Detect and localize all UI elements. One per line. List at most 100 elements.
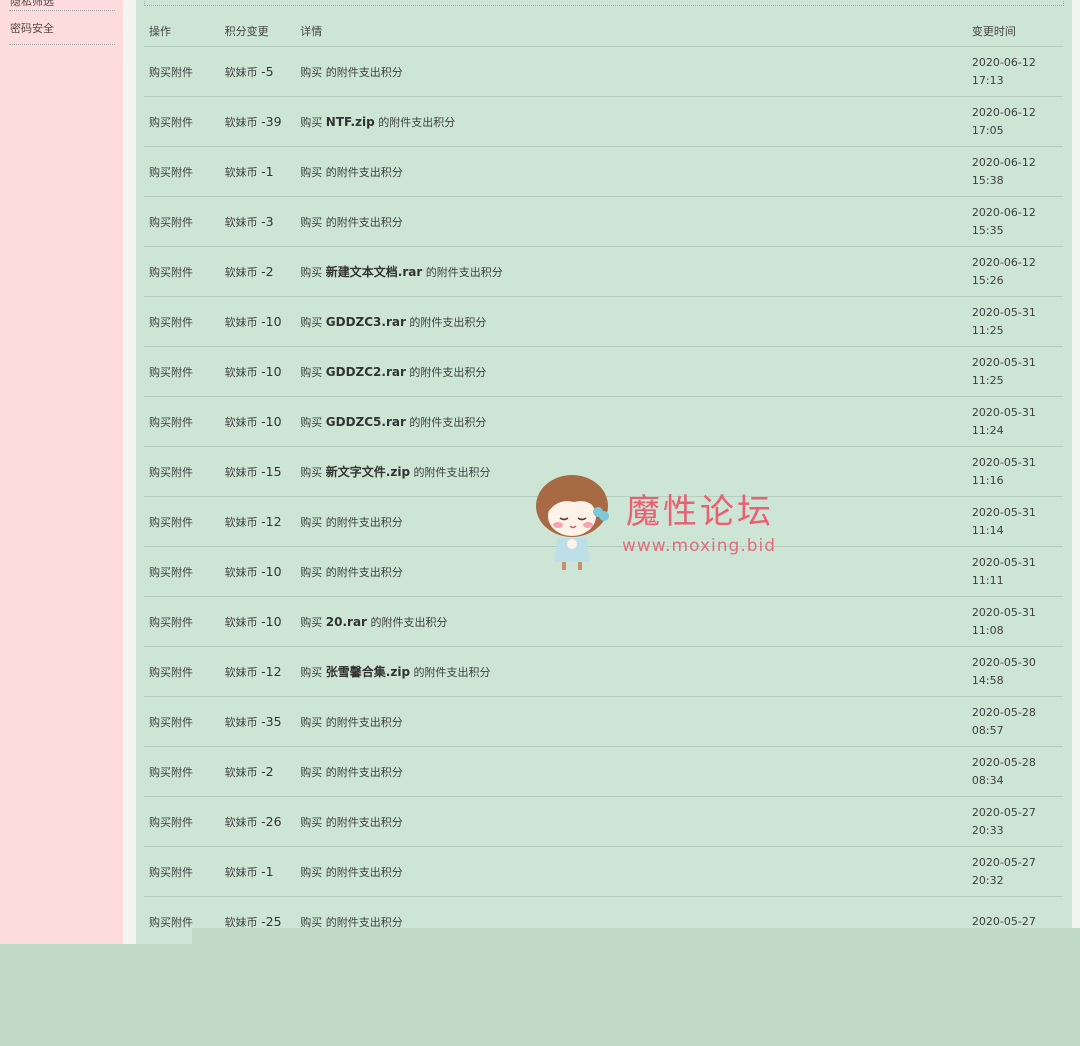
table-row: 购买附件 软妹币 -5 购买 的附件支出积分 2020-06-12 17:13 <box>144 46 1063 97</box>
detail-suffix: 的附件支出积分 <box>413 666 491 679</box>
credit-change-cell: 软妹币 -15 <box>219 446 296 497</box>
change-date: 2020-05-31 <box>971 605 1036 619</box>
change-clock: 08:57 <box>971 723 1004 737</box>
currency-name: 软妹币 <box>224 165 258 179</box>
detail-prefix: 购买 <box>300 865 323 879</box>
currency-name: 软妹币 <box>224 365 258 379</box>
table-row: 购买附件 软妹币 -3 购买 的附件支出积分 2020-06-12 15:35 <box>144 196 1063 247</box>
change-time-cell: 2020-05-27 20:33 <box>966 796 1063 847</box>
attachment-link[interactable]: 新建文本文档.rar <box>326 265 423 279</box>
credit-change-cell: 软妹币 -10 <box>219 346 296 397</box>
credit-change-cell: 软妹币 -10 <box>219 546 296 597</box>
change-clock: 15:38 <box>971 173 1004 187</box>
change-clock: 20:32 <box>971 873 1004 887</box>
table-header-row: 操作 积分变更 详情 变更时间 <box>144 15 1063 47</box>
currency-name: 软妹币 <box>224 65 258 79</box>
attachment-link[interactable]: 新文字文件.zip <box>326 465 410 479</box>
change-clock: 11:24 <box>971 423 1004 437</box>
attachment-link[interactable]: GDDZC3.rar <box>326 315 406 329</box>
credit-change-cell: 软妹币 -2 <box>219 746 296 797</box>
credit-amount: -2 <box>261 763 274 779</box>
credit-change-cell: 软妹币 -12 <box>219 646 296 697</box>
currency-name: 软妹币 <box>224 415 258 429</box>
currency-name: 软妹币 <box>224 865 258 879</box>
page: 隐私筛选 密码安全 操作 积分变更 详情 变更时间 购买附件 软妹币 -5 购买 的… <box>0 0 1080 1046</box>
detail-prefix: 购买 <box>300 266 323 279</box>
credit-amount: -10 <box>261 563 282 579</box>
operation-cell: 购买附件 <box>144 746 220 797</box>
sidebar-item-password-security[interactable]: 密码安全 <box>9 21 115 45</box>
change-date: 2020-05-31 <box>971 405 1036 419</box>
attachment-link[interactable]: GDDZC5.rar <box>326 415 406 429</box>
operation-cell: 购买附件 <box>144 696 220 747</box>
change-clock: 11:11 <box>971 573 1004 587</box>
detail-cell: 购买 的附件支出积分 <box>295 46 967 97</box>
credit-change-cell: 软妹币 -10 <box>219 596 296 647</box>
change-date: 2020-06-12 <box>971 155 1036 169</box>
detail-cell: 购买 20.rar 的附件支出积分 <box>295 596 967 647</box>
detail-prefix: 购买 <box>300 565 323 579</box>
operation-text: 购买附件 <box>149 615 193 629</box>
detail-suffix: 的附件支出积分 <box>325 715 403 729</box>
attachment-link[interactable]: GDDZC2.rar <box>326 365 406 379</box>
detail-cell: 购买 GDDZC3.rar 的附件支出积分 <box>295 296 967 347</box>
detail-suffix: 的附件支出积分 <box>325 165 403 179</box>
change-time-cell: 2020-05-31 11:11 <box>966 546 1063 597</box>
currency-name: 软妹币 <box>224 565 258 579</box>
sidebar-item-privacy-filter[interactable]: 隐私筛选 <box>9 0 115 11</box>
sidebar-item-label: 密码安全 <box>10 22 54 35</box>
change-clock: 11:14 <box>971 523 1004 537</box>
operation-text: 购买附件 <box>149 915 193 929</box>
operation-text: 购买附件 <box>149 115 193 129</box>
credit-change-cell: 软妹币 -2 <box>219 246 296 297</box>
change-date: 2020-05-31 <box>971 305 1036 319</box>
sidebar: 隐私筛选 密码安全 <box>0 0 123 944</box>
detail-suffix: 的附件支出积分 <box>409 365 487 379</box>
credit-amount: -35 <box>261 713 282 729</box>
change-clock: 14:58 <box>971 673 1004 687</box>
currency-name: 软妹币 <box>224 515 258 529</box>
attachment-link[interactable]: 张雪馨合集.zip <box>326 665 410 679</box>
operation-text: 购买附件 <box>149 515 193 529</box>
detail-prefix: 购买 <box>300 115 323 129</box>
currency-name: 软妹币 <box>224 115 258 129</box>
change-clock: 17:13 <box>971 73 1004 87</box>
operation-cell: 购买附件 <box>144 546 220 597</box>
header-detail: 详情 <box>295 15 967 47</box>
currency-name: 软妹币 <box>224 615 258 629</box>
currency-name: 软妹币 <box>224 265 258 279</box>
main-content: 操作 积分变更 详情 变更时间 购买附件 软妹币 -5 购买 的附件支出积分 2020… <box>136 0 1072 944</box>
detail-prefix: 购买 <box>300 915 323 929</box>
credit-amount: -10 <box>261 363 282 379</box>
credit-amount: -39 <box>261 113 282 129</box>
change-time-cell: 2020-05-30 14:58 <box>966 646 1063 697</box>
detail-prefix: 购买 <box>300 365 323 379</box>
change-clock: 11:25 <box>971 323 1004 337</box>
bottom-panel <box>0 944 1080 1046</box>
header-operation: 操作 <box>144 15 220 47</box>
detail-cell: 购买 的附件支出积分 <box>295 196 967 247</box>
credit-amount: -5 <box>261 63 274 79</box>
credit-change-cell: 软妹币 -10 <box>219 396 296 447</box>
change-date: 2020-05-30 <box>971 655 1036 669</box>
operation-cell: 购买附件 <box>144 496 220 547</box>
change-date: 2020-05-31 <box>971 505 1036 519</box>
operation-cell: 购买附件 <box>144 46 220 97</box>
detail-cell: 购买 GDDZC5.rar 的附件支出积分 <box>295 396 967 447</box>
detail-suffix: 的附件支出积分 <box>325 815 403 829</box>
attachment-link[interactable]: NTF.zip <box>326 115 375 129</box>
sidebar-gutter <box>123 0 136 944</box>
credit-change-cell: 软妹币 -39 <box>219 96 296 147</box>
detail-prefix: 购买 <box>300 515 323 529</box>
attachment-link[interactable]: 20.rar <box>326 615 367 629</box>
detail-cell: 购买 的附件支出积分 <box>295 846 967 897</box>
operation-text: 购买附件 <box>149 815 193 829</box>
operation-text: 购买附件 <box>149 665 193 679</box>
detail-prefix: 购买 <box>300 466 323 479</box>
change-time-cell: 2020-06-12 15:26 <box>966 246 1063 297</box>
change-time-cell: 2020-06-12 15:35 <box>966 196 1063 247</box>
operation-text: 购买附件 <box>149 215 193 229</box>
table-row: 购买附件 软妹币 -10 购买 GDDZC2.rar 的附件支出积分 2020-05-… <box>144 346 1063 397</box>
change-time-cell: 2020-05-31 11:08 <box>966 596 1063 647</box>
change-time-cell: 2020-05-28 08:57 <box>966 696 1063 747</box>
